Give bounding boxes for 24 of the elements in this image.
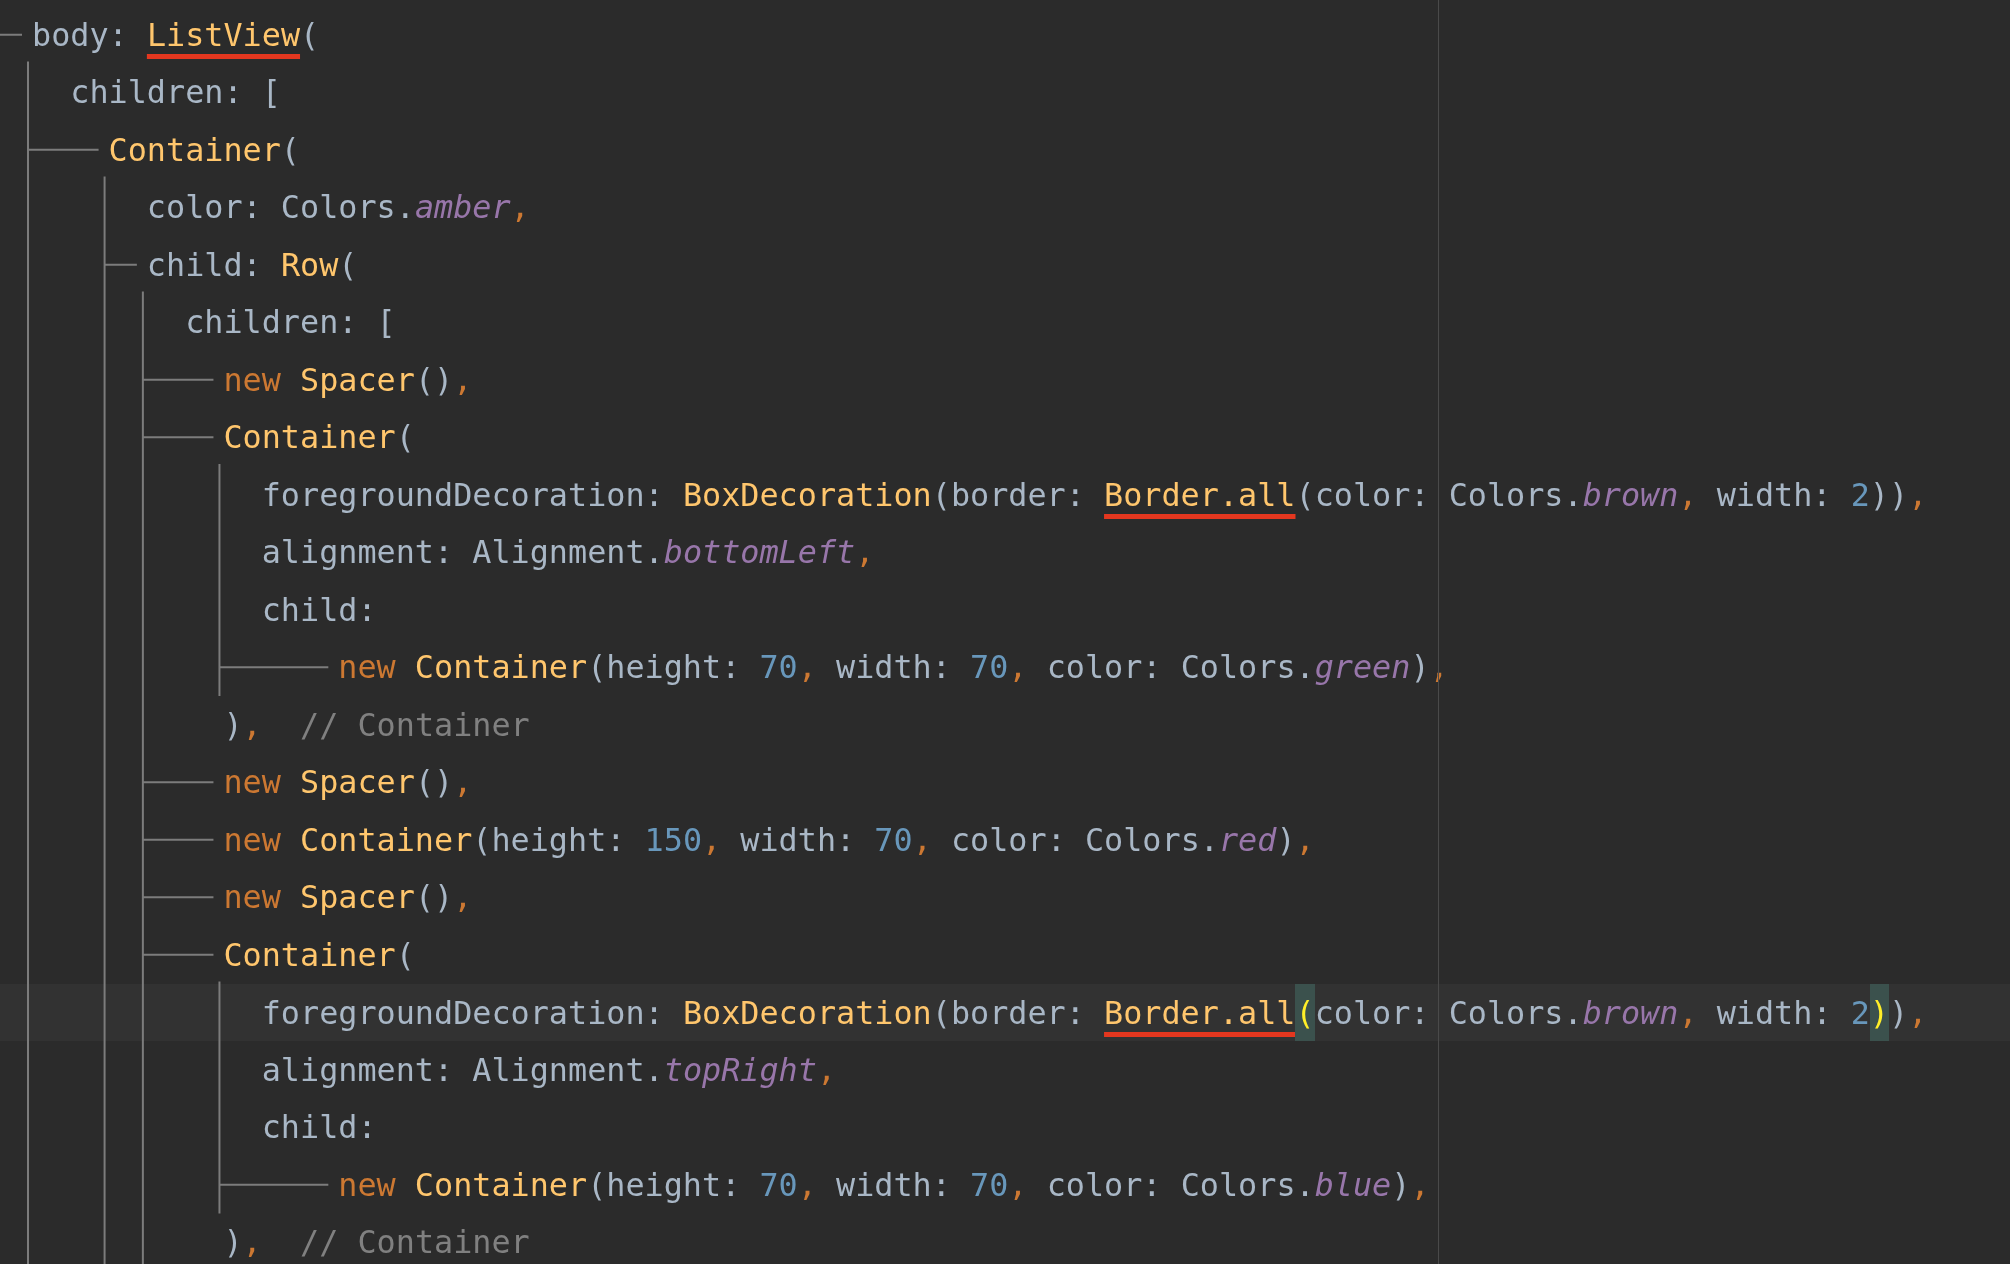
- code-line: alignment: Alignment.bottomLeft,: [261, 533, 875, 572]
- code-line: new Container(height: 150, width: 70, color: Colors.red),: [223, 820, 1315, 859]
- code-line: foregroundDecoration: BoxDecoration(border: Border.all(color: Colors.brown, width: 2)),: [261, 983, 1928, 1041]
- code-line: Container(: [223, 418, 415, 457]
- code-editor[interactable]: [0, 0, 2010, 1264]
- code-line: children: [: [70, 73, 281, 112]
- code-line: alignment: Alignment.topRight,: [261, 1050, 837, 1089]
- code-line: new Spacer(),: [223, 763, 473, 802]
- code-line: child: Row(: [146, 245, 358, 284]
- code-line: body: ListView(: [32, 15, 320, 54]
- code-line: foregroundDecoration: BoxDecoration(border: Border.all(color: Colors.brown, width: 2)),: [261, 475, 1928, 514]
- code-line: new Container(height: 70, width: 70, color: Colors.blue),: [338, 1165, 1430, 1204]
- code-line: child:: [261, 1108, 377, 1147]
- code-line: ), // Container: [223, 1223, 530, 1262]
- tree-guide-connector: [0, 33, 23, 36]
- code-line: children: [: [185, 303, 396, 342]
- code-line: child:: [261, 590, 377, 629]
- code-line: new Spacer(),: [223, 360, 473, 399]
- code-line: new Spacer(),: [223, 878, 473, 917]
- code-line: color: Colors.amber,: [146, 188, 530, 227]
- code-line: ), // Container: [223, 705, 530, 744]
- tree-guide-connector: [103, 263, 138, 266]
- code-line: Container(: [108, 130, 300, 169]
- code-line: Container(: [223, 935, 415, 974]
